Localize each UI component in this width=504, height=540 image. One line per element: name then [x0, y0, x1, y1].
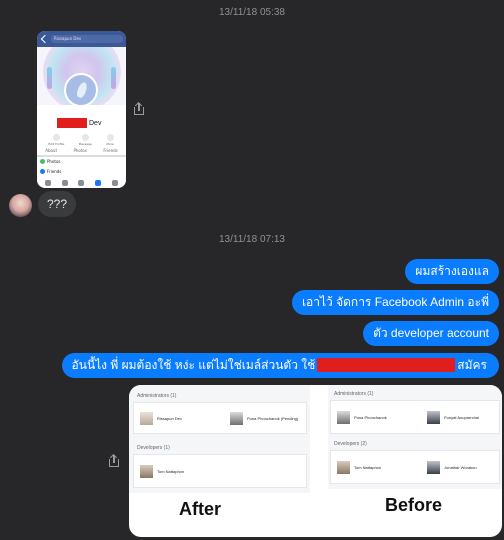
sent-message-bubble[interactable]: อันนี้ไง พี่ ผมต้องใช้ หง่ะ แต่ไม่ใช่เมล… [61, 353, 499, 378]
redaction-bar [57, 118, 87, 128]
sender-avatar[interactable] [9, 194, 32, 217]
admin-entry: Rissapun Dev [140, 412, 182, 425]
devs-label: Developers (2) [334, 441, 367, 447]
sent-message-bubble[interactable]: ตัว developer account [363, 321, 499, 346]
photos-row: Photos [40, 159, 61, 164]
fb-bottom-nav [40, 180, 123, 186]
admin-entry: Puna Phonchanok [337, 411, 387, 424]
dev-entry: Tom Nattaphon [140, 465, 184, 478]
admins-label: Administrators (1) [137, 393, 177, 399]
sent-image-before-after[interactable]: Administrators (1) Rissapun Dev Puna Pho… [129, 385, 502, 537]
sent-message-bubble[interactable]: ผมสร้างเองแล [405, 259, 499, 284]
before-panel: Administrators (1) Puna Phonchanok Punya… [328, 385, 502, 489]
after-panel: Administrators (1) Rissapun Dev Puna Pho… [129, 385, 310, 493]
dev-entry: Jonathar Worakon [427, 461, 477, 474]
admin-entry: Puna Phonchanok (Pending) [230, 412, 298, 425]
dev-entry: Tom Nattaphon [337, 461, 381, 474]
timestamp: 13/11/18 07:13 [219, 234, 285, 245]
sent-message-bubble[interactable]: เอาไว้ จัดการ Facebook Admin อะพี่ [291, 290, 499, 315]
profile-actions: Edit Profile Message More [41, 134, 121, 146]
fb-search-field: Rissapun Dev [51, 35, 123, 43]
fb-topbar: Rissapun Dev [37, 31, 126, 47]
devs-card: Tom Nattaphon [133, 454, 307, 488]
back-icon [40, 34, 50, 44]
devs-card: Tom Nattaphon Jonathar Worakon [330, 450, 500, 484]
after-caption: After [179, 499, 222, 519]
share-icon[interactable] [108, 453, 120, 467]
profile-tabs: About Photos Friends [37, 148, 126, 157]
timestamp: 13/11/18 05:38 [219, 7, 285, 18]
profile-name: Dev [57, 118, 101, 128]
received-message-bubble[interactable]: ??? [38, 191, 77, 217]
profile-picture [64, 73, 98, 107]
devs-label: Developers (1) [137, 445, 170, 451]
redaction-bar [317, 357, 456, 372]
before-caption: Before [385, 495, 443, 515]
admins-label: Administrators (1) [334, 391, 374, 397]
friends-row: Friends [40, 169, 61, 174]
admins-card: Rissapun Dev Puna Phonchanok (Pending) [133, 402, 307, 434]
admins-card: Puna Phonchanok Punyat Anuparrchai [330, 400, 500, 434]
received-image-profile-screenshot[interactable]: Rissapun Dev Dev Edit Profile Message Mo… [37, 31, 126, 188]
admin-entry: Punyat Anuparrchai [427, 411, 479, 424]
share-icon[interactable] [133, 101, 145, 115]
